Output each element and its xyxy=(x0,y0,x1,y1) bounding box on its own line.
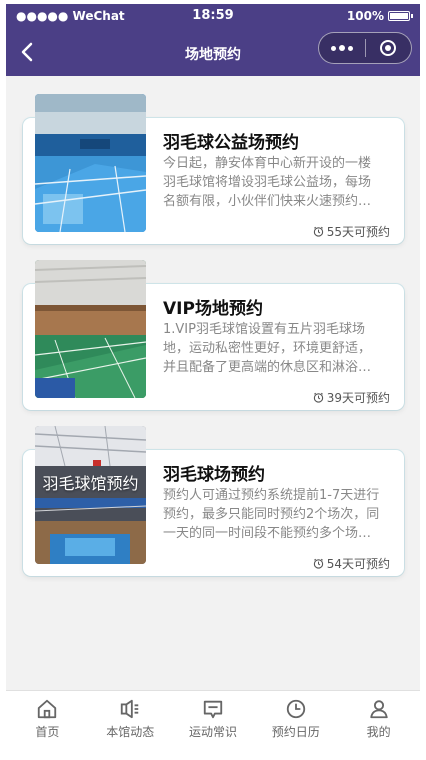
message-icon xyxy=(203,700,223,718)
venue-card-vip[interactable]: VIP场地预约 1.VIP羽毛球馆设置有五片羽毛球场地，运动私密性更好，环境更舒… xyxy=(23,260,404,410)
card-description: 1.VIP羽毛球馆设置有五片羽毛球场地，运动私密性更好，环境更舒适，并且配备了更… xyxy=(163,322,372,375)
venue-card-public[interactable]: 羽毛球公益场预约 今日起，静安体育中心新开设的一楼羽毛球馆将增设羽毛球公益场，每… xyxy=(23,94,404,244)
tab-label: 本馆动态 xyxy=(106,724,155,739)
tab-label: 预约日历 xyxy=(271,724,320,739)
battery-icon xyxy=(388,11,413,21)
tab-label: 我的 xyxy=(366,724,391,739)
card-description: 预约人可通过预约系统提前1-7天进行预约，最多只能同时预约2个场次，同一天的同一… xyxy=(163,488,380,541)
top-bar: ●●●●● WeChat 18:59 100% 场地预约 xyxy=(6,4,420,76)
battery-percent: 100% xyxy=(346,9,384,23)
available-days: 55天可预约 xyxy=(326,225,390,239)
card-title: 羽毛球场预约 xyxy=(163,465,265,485)
available-days: 54天可预约 xyxy=(326,557,390,571)
card-description: 今日起，静安体育中心新开设的一楼羽毛球馆将增设羽毛球公益场，每场名额有限，小伙伴… xyxy=(163,156,372,209)
more-button[interactable] xyxy=(319,33,365,63)
availability-badge: 55天可预约 xyxy=(313,223,390,240)
phone-screen: ●●●●● WeChat 18:59 100% 场地预约 羽毛球公益场预约 今日… xyxy=(6,4,420,746)
tab-label: 运动常识 xyxy=(188,724,237,739)
home-icon xyxy=(38,699,57,718)
availability-badge: 54天可预约 xyxy=(313,555,390,572)
tab-profile[interactable]: 我的 xyxy=(337,691,420,746)
user-icon xyxy=(369,699,388,718)
venue-card-regular[interactable]: 羽毛球馆预约 羽毛球场预约 预约人可通过预约系统提前1-7天进行预约，最多只能同… xyxy=(23,426,404,576)
card-title: 羽毛球公益场预约 xyxy=(163,133,299,153)
venue-photo-vip-hall xyxy=(35,260,146,398)
availability-badge: 39天可预约 xyxy=(313,389,390,406)
card-title: VIP场地预约 xyxy=(163,299,263,319)
tab-home[interactable]: 首页 xyxy=(6,691,89,746)
tab-label: 首页 xyxy=(35,724,60,739)
alarm-clock-icon xyxy=(313,226,323,237)
alarm-clock-icon xyxy=(313,392,323,403)
venue-photo-main-hall: 羽毛球馆预约 xyxy=(35,426,146,564)
speaker-icon xyxy=(121,699,139,718)
close-button[interactable] xyxy=(365,33,411,63)
image-caption: 羽毛球馆预约 xyxy=(42,474,139,493)
tab-booking-calendar[interactable]: 预约日历 xyxy=(254,691,337,746)
alarm-clock-icon xyxy=(313,558,323,569)
available-days: 39天可预约 xyxy=(326,391,390,405)
more-dots-icon xyxy=(330,45,336,51)
tab-sports-tips[interactable]: 运动常识 xyxy=(172,691,255,746)
bottom-tab-bar: 首页 本馆动态 运动常识 预约日历 我的 xyxy=(6,690,420,746)
tab-news[interactable]: 本馆动态 xyxy=(89,691,172,746)
venue-photo-pool-hall xyxy=(35,94,146,232)
status-battery: 100% xyxy=(346,9,413,23)
mini-program-capsule xyxy=(318,32,412,64)
clock-icon xyxy=(286,699,305,718)
target-circle-icon xyxy=(380,40,397,56)
